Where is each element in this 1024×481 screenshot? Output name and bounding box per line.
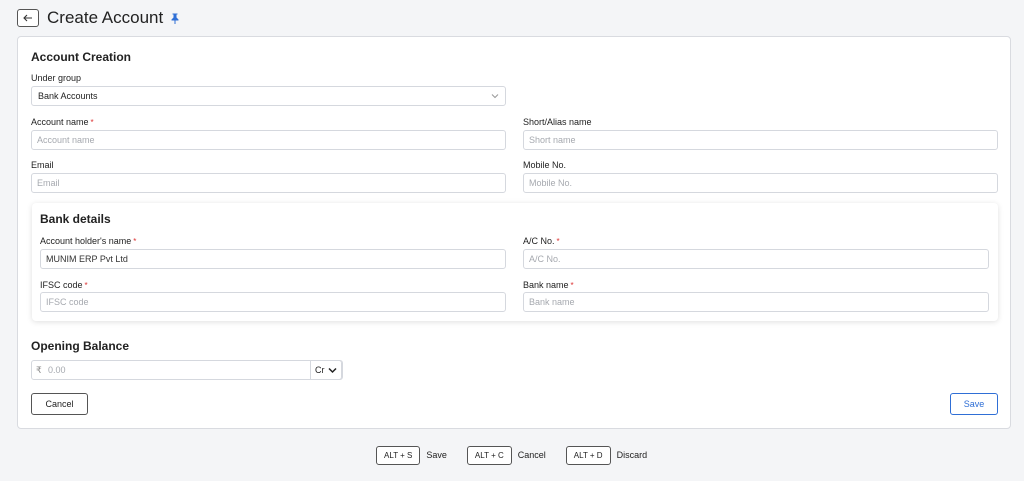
account-name-label-text: Account name — [31, 117, 89, 127]
email-input[interactable] — [31, 173, 506, 193]
section-title-account-creation: Account Creation — [31, 50, 132, 64]
keyboard-shortcuts: ALT + S Save ALT + C Cancel ALT + D Disc… — [376, 445, 667, 465]
under-group-select[interactable]: Bank Accounts — [31, 86, 506, 106]
chevron-down-icon — [491, 94, 499, 99]
mobile-label-text: Mobile No. — [523, 160, 567, 170]
balance-type-value: Cr — [315, 365, 325, 375]
arrow-left-icon — [23, 14, 32, 22]
save-button[interactable]: Save — [950, 393, 998, 415]
holder-name-label-text: Account holder's name — [40, 236, 132, 246]
shortcut-label-save: Save — [426, 450, 447, 460]
required-marker: * — [133, 237, 137, 246]
under-group-label: Under group — [31, 73, 81, 83]
short-name-label: Short/Alias name — [523, 117, 592, 127]
short-name-label-text: Short/Alias name — [523, 117, 592, 127]
ifsc-input[interactable] — [40, 292, 506, 312]
opening-balance-input[interactable] — [46, 361, 312, 379]
under-group-value: Bank Accounts — [38, 91, 98, 101]
mobile-input[interactable] — [523, 173, 998, 193]
account-form-card: Account Creation Under group Bank Accoun… — [17, 36, 1011, 429]
shortcut-label-cancel: Cancel — [517, 450, 546, 460]
page-header: Create Account — [17, 7, 179, 29]
opening-balance-group: ₹ Cr — [31, 360, 343, 380]
section-title-bank-details: Bank details — [40, 212, 111, 226]
account-name-label: Account name * — [31, 117, 94, 127]
bank-name-label: Bank name * — [523, 280, 574, 290]
email-label: Email — [31, 160, 54, 170]
under-group-label-text: Under group — [31, 73, 82, 83]
ifsc-label-text: IFSC code — [40, 280, 83, 290]
back-button[interactable] — [17, 9, 39, 27]
ac-no-label: A/C No. * — [523, 236, 560, 246]
bank-details-panel: Bank details Account holder's name* A/C … — [32, 203, 998, 321]
ifsc-label: IFSC code * — [40, 280, 88, 290]
mobile-label: Mobile No. — [523, 160, 566, 170]
bank-name-label-text: Bank name — [523, 280, 569, 290]
short-name-input[interactable] — [523, 130, 998, 150]
pin-button[interactable] — [171, 13, 179, 24]
holder-name-input[interactable] — [40, 249, 506, 269]
pin-icon — [171, 13, 179, 24]
shortcut-key-save: ALT + S — [376, 445, 421, 465]
holder-name-label: Account holder's name * — [40, 236, 136, 246]
required-marker: * — [84, 281, 88, 290]
email-label-text: Email — [31, 160, 54, 170]
cancel-button[interactable]: Cancel — [31, 393, 88, 415]
rupee-icon: ₹ — [36, 364, 42, 375]
shortcut-key-discard: ALT + D — [565, 445, 611, 465]
required-marker: * — [556, 237, 560, 246]
ac-no-label-text: A/C No. — [523, 236, 555, 246]
page-title: Create Account — [47, 8, 164, 27]
section-title-opening-balance: Opening Balance — [31, 339, 130, 353]
required-marker: * — [570, 281, 574, 290]
balance-type-select[interactable]: Cr — [310, 360, 342, 380]
account-name-input[interactable] — [31, 130, 506, 150]
shortcut-label-discard: Discard — [616, 450, 648, 460]
required-marker: * — [90, 118, 94, 127]
shortcut-key-cancel: ALT + C — [466, 445, 512, 465]
ac-no-input[interactable] — [523, 249, 989, 269]
bank-name-input[interactable] — [523, 292, 989, 312]
chevron-down-icon — [327, 367, 337, 374]
